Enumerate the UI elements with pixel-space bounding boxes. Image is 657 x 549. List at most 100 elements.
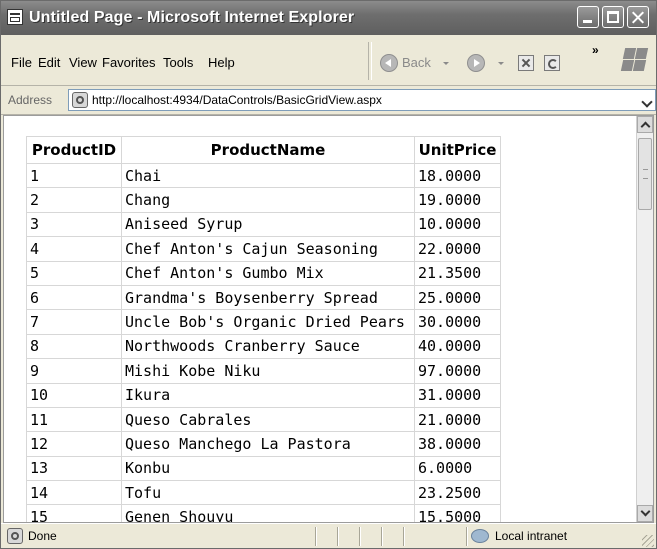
address-url[interactable]: http://localhost:4934/DataControls/Basic…: [92, 93, 382, 107]
cell-productid: 10: [26, 382, 122, 408]
table-row: 7 Uncle Bob's Organic Dried Pears 30.0000: [26, 309, 501, 335]
table-row: 15 Genen Shouyu 15.5000: [26, 504, 501, 522]
title-bar[interactable]: Untitled Page - Microsoft Internet Explo…: [1, 1, 656, 35]
minimize-button[interactable]: [577, 6, 599, 28]
security-zone-label: Local intranet: [495, 529, 568, 543]
cell-productname: Aniseed Syrup: [121, 211, 415, 238]
cell-productname: Chef Anton's Cajun Seasoning: [121, 236, 415, 262]
table-row: 2 Chang 19.0000: [26, 187, 501, 213]
grid-body: 1 Chai 18.0000 2 Chang 19.0000 3 Aniseed Syrup 1…: [26, 162, 501, 522]
scroll-up-button[interactable]: [637, 116, 653, 133]
refresh-icon[interactable]: [544, 55, 560, 71]
status-divider: [315, 527, 317, 546]
menu-file[interactable]: File: [11, 55, 32, 70]
cell-productid: 12: [26, 431, 122, 457]
table-row: 1 Chai 18.0000: [26, 162, 501, 189]
cell-productid: 11: [26, 406, 122, 433]
cell-productid: 13: [26, 455, 122, 482]
status-bar: Done Local intranet: [1, 523, 656, 548]
cell-productname: Northwoods Cranberry Sauce: [121, 333, 415, 360]
status-text: Done: [28, 529, 57, 543]
cell-unitprice: 10.0000: [414, 211, 501, 238]
header-unitprice: UnitPrice: [414, 136, 501, 164]
cell-unitprice: 30.0000: [414, 309, 501, 335]
stop-icon[interactable]: [518, 55, 534, 71]
menu-edit[interactable]: Edit: [38, 55, 60, 70]
forward-dropdown-icon[interactable]: [498, 62, 504, 65]
close-button[interactable]: [627, 6, 649, 28]
address-bar: Address http://localhost:4934/DataContro…: [1, 86, 656, 115]
table-row: 12 Queso Manchego La Pastora 38.0000: [26, 431, 501, 457]
menu-bar: File Edit View Favorites Tools Help Back…: [1, 35, 656, 86]
maximize-button[interactable]: [602, 6, 624, 28]
cell-productname: Chef Anton's Gumbo Mix: [121, 260, 415, 286]
address-label: Address: [8, 93, 53, 107]
scroll-down-button[interactable]: [637, 505, 653, 522]
vertical-scrollbar[interactable]: [636, 116, 653, 522]
menu-view[interactable]: View: [69, 55, 97, 70]
forward-arrow-icon[interactable]: [467, 54, 485, 72]
table-row: 10 Ikura 31.0000: [26, 382, 501, 408]
cell-productid: 7: [26, 309, 122, 335]
page-icon: [72, 92, 88, 108]
menu-tools[interactable]: Tools: [163, 55, 193, 70]
address-input[interactable]: http://localhost:4934/DataControls/Basic…: [68, 89, 656, 111]
table-row: 6 Grandma's Boysenberry Spread 25.0000: [26, 284, 501, 311]
page-content: ProductID ProductName UnitPrice 1 Chai 18.…: [3, 115, 654, 523]
table-row: 8 Northwoods Cranberry Sauce 40.0000: [26, 333, 501, 360]
windows-logo-icon: [620, 47, 649, 73]
back-arrow-icon[interactable]: [380, 54, 398, 72]
cell-productid: 8: [26, 333, 122, 360]
cell-productid: 1: [26, 162, 122, 189]
cell-productname: Tofu: [121, 480, 415, 506]
cell-productname: Chang: [121, 187, 415, 213]
page-status-icon: [7, 528, 23, 544]
cell-productname: Queso Manchego La Pastora: [121, 431, 415, 457]
cell-productname: Konbu: [121, 455, 415, 482]
cell-productid: 3: [26, 211, 122, 238]
status-divider: [337, 527, 339, 546]
cell-unitprice: 21.3500: [414, 260, 501, 286]
back-button-label[interactable]: Back: [402, 55, 431, 70]
cell-productid: 2: [26, 187, 122, 213]
cell-productname: Grandma's Boysenberry Spread: [121, 284, 415, 311]
cell-unitprice: 97.0000: [414, 358, 501, 384]
cell-unitprice: 6.0000: [414, 455, 501, 482]
cell-productid: 14: [26, 480, 122, 506]
scroll-thumb[interactable]: [638, 138, 652, 210]
cell-productid: 6: [26, 284, 122, 311]
cell-unitprice: 38.0000: [414, 431, 501, 457]
status-divider: [381, 527, 383, 546]
cell-unitprice: 18.0000: [414, 162, 501, 189]
toolbar-overflow-chevron[interactable]: »: [592, 43, 599, 57]
browser-window: Untitled Page - Microsoft Internet Explo…: [0, 0, 657, 549]
cell-productid: 9: [26, 358, 122, 384]
cell-unitprice: 19.0000: [414, 187, 501, 213]
table-row: 14 Tofu 23.2500: [26, 480, 501, 506]
toolbar-separator: [368, 42, 372, 80]
back-dropdown-icon[interactable]: [443, 62, 449, 65]
cell-productname: Genen Shouyu: [121, 504, 415, 522]
chevron-down-icon[interactable]: [642, 95, 653, 106]
cell-unitprice: 40.0000: [414, 333, 501, 360]
cell-unitprice: 25.0000: [414, 284, 501, 311]
cell-unitprice: 31.0000: [414, 382, 501, 408]
resize-grip[interactable]: [642, 535, 654, 547]
header-productid: ProductID: [26, 136, 122, 164]
cell-productname: Mishi Kobe Niku: [121, 358, 415, 384]
status-divider: [359, 527, 361, 546]
status-divider: [466, 527, 468, 546]
table-row: 3 Aniseed Syrup 10.0000: [26, 211, 501, 238]
window-title: Untitled Page - Microsoft Internet Explo…: [29, 9, 355, 26]
grid-header-row: ProductID ProductName UnitPrice: [26, 136, 501, 164]
cell-unitprice: 23.2500: [414, 480, 501, 506]
menu-favorites[interactable]: Favorites: [102, 55, 155, 70]
table-row: 13 Konbu 6.0000: [26, 455, 501, 482]
table-row: 9 Mishi Kobe Niku 97.0000: [26, 358, 501, 384]
cell-productid: 15: [26, 504, 122, 522]
cell-productid: 4: [26, 236, 122, 262]
products-gridview: ProductID ProductName UnitPrice 1 Chai 18.…: [26, 136, 501, 522]
status-divider: [403, 527, 405, 546]
menu-help[interactable]: Help: [208, 55, 235, 70]
ie-page-icon: [7, 9, 23, 25]
